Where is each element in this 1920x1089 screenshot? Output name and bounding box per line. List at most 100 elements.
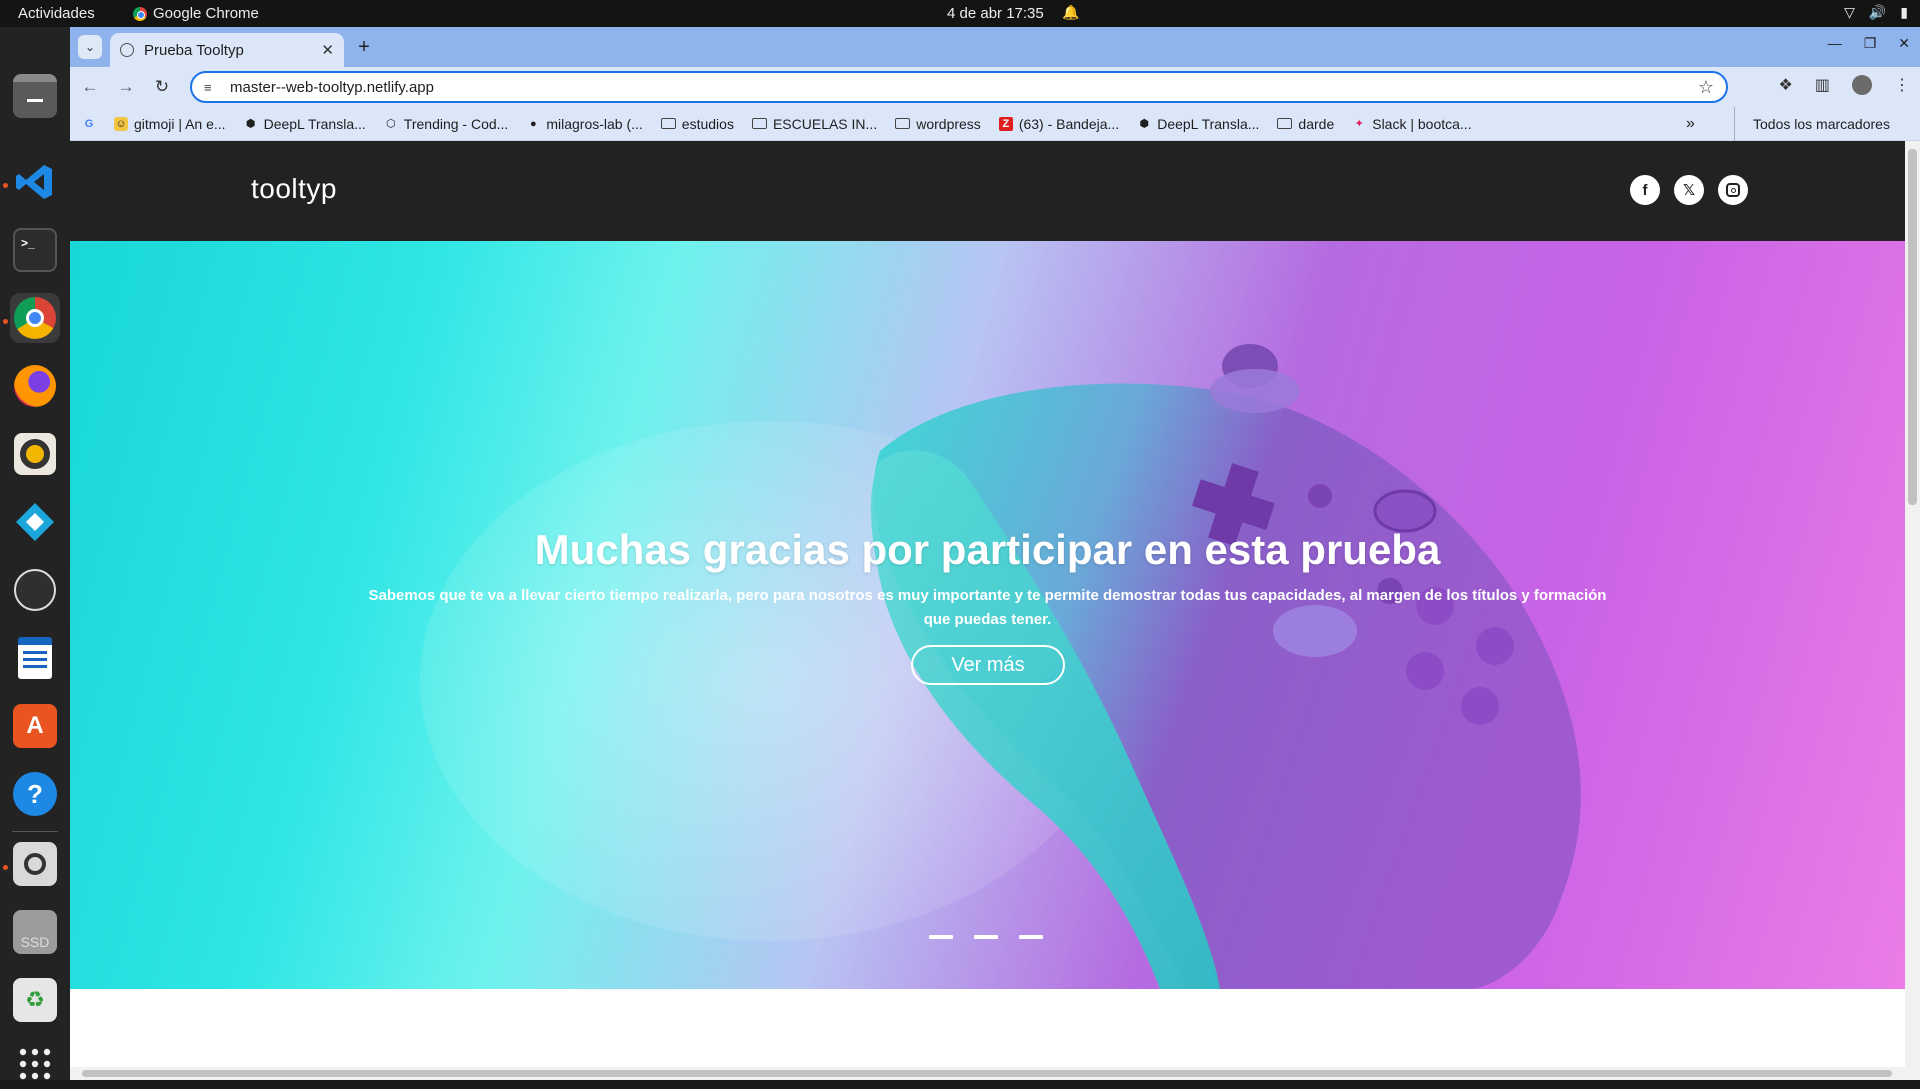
minimize-icon[interactable]: — [1828,35,1842,52]
bookmark-label: Trending - Cod... [403,115,509,132]
chrome-small-icon [133,6,147,21]
restore-icon[interactable]: ❐ [1864,35,1877,52]
bookmark-item[interactable]: ✦ Slack | bootca... [1352,115,1472,132]
tab-prueba-tooltyp[interactable]: Prueba Tooltyp ✕ [110,33,344,67]
close-tab-icon[interactable]: ✕ [321,41,334,59]
app-name: Google Chrome [153,5,259,22]
tab-strip: ⌄ Prueba Tooltyp ✕ + — ❐ ✕ [70,27,1920,67]
battery-icon: ▮ [1900,4,1908,20]
bookmark-folder[interactable]: wordpress [895,116,981,132]
bookmark-folder[interactable]: darde [1277,116,1334,132]
chrome-window: ⌄ Prueba Tooltyp ✕ + — ❐ ✕ ← → ↻ ≡ maste… [70,27,1920,1080]
trash-icon[interactable]: ♻ [10,975,60,1025]
notification-bell-icon: 🔔 [1062,4,1080,20]
apps-grid-icon[interactable] [10,1039,60,1089]
bookmark-label: DeepL Transla... [1157,115,1260,132]
bookmark-folder[interactable]: estudios [660,115,734,132]
app-center-icon[interactable]: A [10,701,60,751]
help-icon[interactable]: ? [10,769,60,819]
reload-icon[interactable]: ↻ [150,75,174,99]
slack-icon: ✦ [1354,118,1364,130]
close-window-icon[interactable]: ✕ [1898,35,1910,52]
vscode-icon[interactable] [10,157,60,207]
carousel-indicator[interactable] [974,935,998,939]
obs-icon[interactable] [10,565,60,615]
carousel-indicator[interactable] [1019,935,1043,939]
url-text[interactable]: master--web-tooltyp.netlify.app [230,79,1698,96]
profile-avatar[interactable] [1852,75,1872,95]
scroll-thumb[interactable] [1908,149,1917,505]
bookmarks-bar: G ☺ gitmoji | An e... ⬢ DeepL Transla... ⬡… [70,107,1920,141]
files-icon[interactable] [10,71,60,121]
volume-icon: 🔊 [1868,4,1887,20]
bookmark-label: estudios [681,115,734,132]
terminal-icon[interactable]: >_ [10,225,60,275]
site-favicon-icon [120,43,134,57]
google-bookmark[interactable]: G [82,117,96,131]
site-logo[interactable]: tooltyp [251,173,337,205]
bookmark-label: Slack | bootca... [1372,115,1472,132]
running-indicator [3,319,8,324]
tab-title: Prueba Tooltyp [144,41,244,59]
site-info-icon[interactable]: ≡ [204,80,220,95]
bookmark-item[interactable]: ⬡ Trending - Cod... [384,115,509,132]
more-bookmarks-chevron-icon[interactable]: » [1686,115,1695,133]
tab-search-button[interactable]: ⌄ [78,35,102,59]
site-header: tooltyp f 𝕏 [70,141,1905,241]
twitter-icon[interactable]: 𝕏 [1674,175,1704,205]
system-top-bar: Actividades Google Chrome 4 de abr 17:35… [0,0,1920,27]
bookmark-label: wordpress [916,115,981,132]
horizontal-scrollbar[interactable] [70,1067,1920,1080]
magnifier-icon[interactable] [10,839,60,889]
folder-icon [1277,118,1293,129]
ver-mas-button[interactable]: Ver más [911,645,1065,685]
kodi-icon[interactable] [10,497,60,547]
ssd-icon[interactable]: SSD [10,907,60,957]
facebook-icon[interactable]: f [1630,175,1660,205]
bookmark-label: milagros-lab (... [546,115,643,132]
wifi-icon: ▽ [1844,4,1855,20]
all-bookmarks-folder[interactable]: Todos los marcadores [1734,107,1890,141]
app-menu[interactable]: Google Chrome [133,5,259,22]
deepl-icon: ⬢ [1139,118,1149,130]
side-panel-icon[interactable]: ▥ [1815,75,1830,95]
extensions-icon[interactable]: ❖ [1779,75,1793,95]
instagram-icon[interactable] [1718,175,1748,205]
chrome-icon[interactable] [10,293,60,343]
writer-icon[interactable] [10,633,60,683]
bookmark-label: Todos los marcadores [1753,116,1890,132]
bookmark-label: darde [1298,115,1335,132]
zoho-icon: Z [998,116,1013,131]
google-icon: G [84,117,94,130]
clock[interactable]: 4 de abr 17:35 [947,5,1044,22]
address-bar[interactable]: ≡ master--web-tooltyp.netlify.app ☆ [190,71,1728,103]
forward-icon[interactable]: → [114,75,138,99]
scroll-thumb[interactable] [82,1070,1892,1077]
window-controls: — ❐ ✕ [1828,35,1910,52]
bookmark-item[interactable]: ☺ gitmoji | An e... [114,116,226,132]
activities-button[interactable]: Actividades [18,5,95,22]
carousel-indicators [929,935,1043,939]
bookmark-star-icon[interactable]: ☆ [1698,77,1714,98]
bookmark-item[interactable]: ● milagros-lab (... [526,115,643,132]
rhythmbox-icon[interactable] [10,429,60,479]
back-icon[interactable]: ← [78,75,102,99]
bookmark-item[interactable]: Z (63) - Bandeja... [998,116,1119,132]
bookmark-label: DeepL Transla... [263,115,366,132]
codepen-icon: ⬡ [385,118,396,130]
folder-icon [751,118,767,129]
hero-title: Muchas gracias por participar en esta pr… [534,526,1441,573]
bookmark-item[interactable]: ⬢ DeepL Transla... [1137,116,1259,132]
system-tray[interactable]: ▽ 🔊 ▮ [1844,4,1908,21]
bookmark-folder[interactable]: ESCUELAS IN... [751,116,877,132]
bookmark-item[interactable]: ⬢ DeepL Transla... [244,116,366,132]
vertical-scrollbar[interactable] [1905,141,1920,1067]
new-tab-button[interactable]: + [352,35,376,59]
firefox-icon[interactable] [10,361,60,411]
folder-icon [660,118,676,129]
dock: >_ A ? SSD ♻ [0,27,70,1080]
deepl-icon: ⬢ [245,118,256,130]
menu-kebab-icon[interactable]: ⋮ [1894,75,1910,95]
gitmoji-icon: ☺ [114,116,128,131]
carousel-indicator[interactable] [929,935,953,939]
